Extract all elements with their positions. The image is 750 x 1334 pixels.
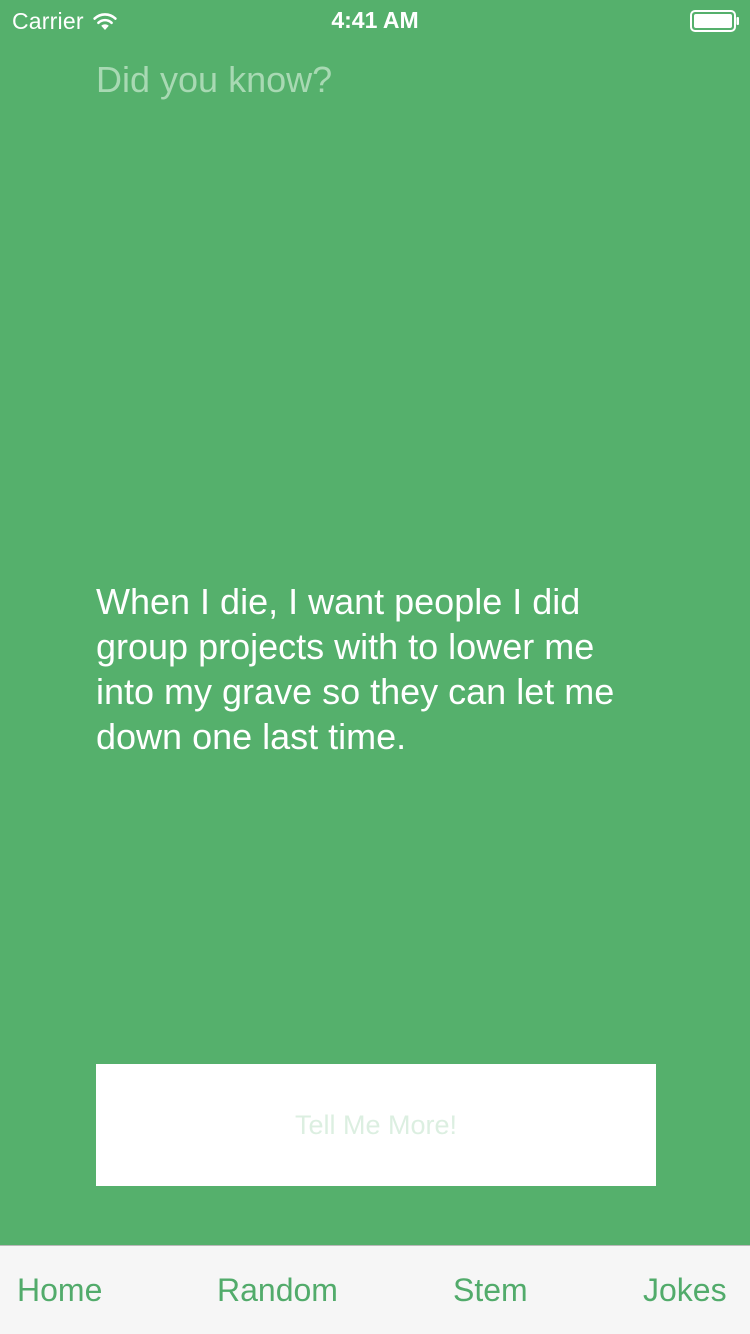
tab-bar: Home Random Stem Jokes (0, 1245, 750, 1334)
tell-me-more-button[interactable]: Tell Me More! (96, 1064, 656, 1186)
screen: Carrier 4:41 AM Did you know? When I die… (0, 0, 750, 1334)
fact-text: When I die, I want people I did group pr… (96, 581, 615, 757)
battery-icon (690, 10, 739, 32)
tab-home[interactable]: Home (17, 1272, 102, 1309)
status-bar: Carrier 4:41 AM (0, 0, 750, 40)
tab-jokes[interactable]: Jokes (643, 1272, 727, 1309)
status-time: 4:41 AM (331, 7, 419, 33)
tab-random[interactable]: Random (217, 1272, 338, 1309)
tab-stem[interactable]: Stem (453, 1272, 528, 1309)
page-heading: Did you know? (96, 59, 333, 100)
